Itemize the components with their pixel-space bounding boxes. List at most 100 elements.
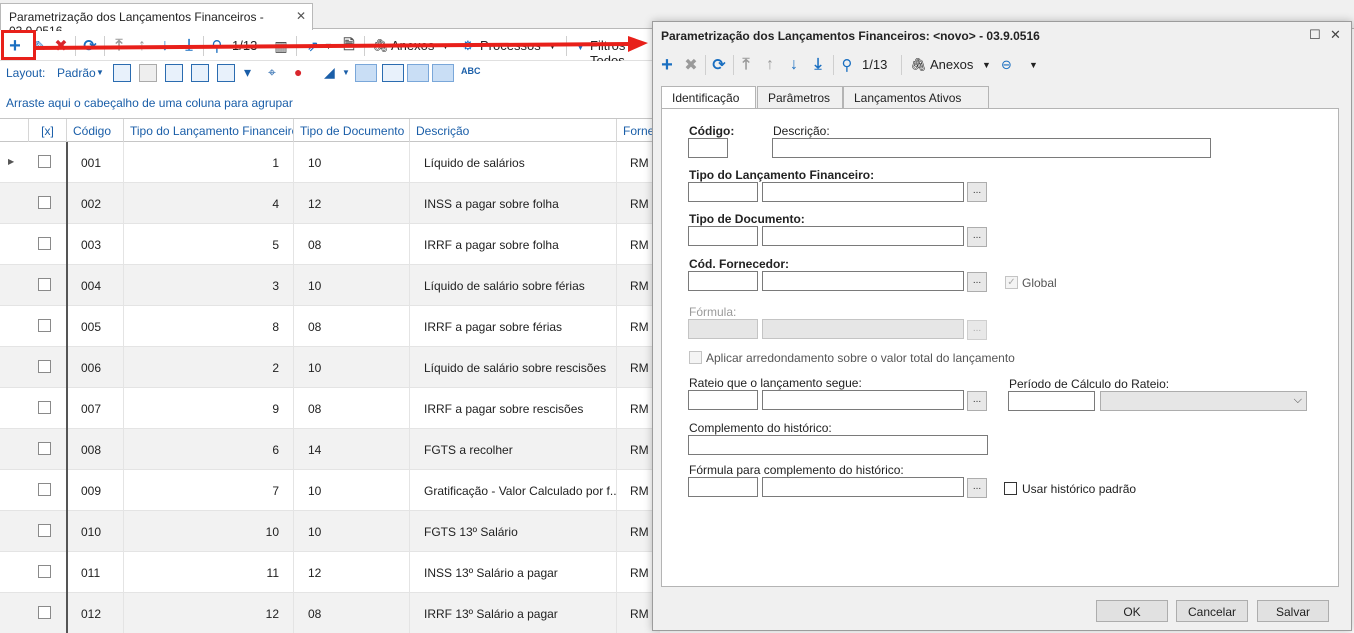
group-by-hint[interactable]: Arraste aqui o cabeçalho de uma coluna p…	[0, 86, 660, 118]
table-row[interactable]: 009 7 10 Gratificação - Valor Calculado por…	[0, 470, 660, 511]
document-tab[interactable]: Parametrização dos Lançamentos Financeir…	[0, 3, 313, 38]
table-row[interactable]: 003 5 08 IRRF a pagar sobre folha RM S	[0, 224, 660, 265]
next-record-icon[interactable]: ↓	[783, 54, 805, 76]
global-checkbox[interactable]: ✓	[1005, 276, 1018, 289]
periodo-rateio-select[interactable]: ⌵	[1100, 391, 1307, 411]
tipo-documento-lookup-button[interactable]: ...	[967, 227, 987, 247]
layout-option-1-icon[interactable]	[355, 64, 377, 82]
chevron-down-icon[interactable]: ▼	[342, 68, 350, 77]
close-tab-icon[interactable]: ✕	[296, 9, 306, 23]
tipo-lancamento-code-input[interactable]	[688, 182, 758, 202]
table-row[interactable]: ▶ 001 1 10 Líquido de salários RM S	[0, 142, 660, 183]
layout-option-2-icon[interactable]	[382, 64, 404, 82]
column-header-codigo[interactable]: Código	[66, 119, 123, 142]
formula-complemento-lookup-button[interactable]: ...	[967, 478, 987, 498]
chart-icon[interactable]: ◢	[324, 64, 335, 81]
formula-lookup-button[interactable]: ...	[967, 320, 987, 340]
periodo-rateio-input[interactable]	[1008, 391, 1095, 411]
move-down-icon[interactable]	[217, 64, 235, 82]
table-row[interactable]: 002 4 12 INSS a pagar sobre folha RM S	[0, 183, 660, 224]
row-select-checkbox[interactable]	[38, 278, 51, 291]
row-select-checkbox[interactable]	[38, 442, 51, 455]
new-record-dialog: Parametrização dos Lançamentos Financeir…	[652, 21, 1352, 631]
refresh-icon[interactable]: ⟳	[708, 54, 730, 76]
row-select-checkbox[interactable]	[38, 196, 51, 209]
cod-fornecedor-code-input[interactable]	[688, 271, 758, 291]
swap-icon[interactable]	[165, 64, 183, 82]
descricao-input[interactable]	[772, 138, 1211, 158]
table-row[interactable]: 007 9 08 IRRF a pagar sobre rescisões RM S	[0, 388, 660, 429]
add-icon[interactable]: +	[656, 54, 678, 76]
pin-icon[interactable]: ⌖	[268, 64, 276, 81]
chevron-down-icon[interactable]: ▼	[1029, 60, 1038, 70]
formula-complemento-desc-input[interactable]	[762, 477, 964, 497]
aplicar-arredondamento-checkbox[interactable]	[689, 351, 702, 364]
complemento-input[interactable]	[688, 435, 988, 455]
row-select-checkbox[interactable]	[38, 401, 51, 414]
column-header-descricao[interactable]: Descrição	[409, 119, 616, 142]
row-select-checkbox[interactable]	[38, 565, 51, 578]
options-icon[interactable]: ⊖	[1001, 57, 1012, 73]
previous-record-icon[interactable]: ↑	[759, 54, 781, 76]
row-select-checkbox[interactable]	[38, 155, 51, 168]
codigo-input[interactable]	[688, 138, 728, 158]
rateio-lookup-button[interactable]: ...	[967, 391, 987, 411]
row-select-checkbox[interactable]	[38, 483, 51, 496]
row-select-checkbox[interactable]	[38, 319, 51, 332]
table-row[interactable]: 010 10 10 FGTS 13º Salário RM S	[0, 511, 660, 552]
row-select-checkbox[interactable]	[38, 606, 51, 619]
chevron-down-icon[interactable]: ▼	[96, 68, 104, 77]
remove-column-icon[interactable]	[139, 64, 157, 82]
save-button[interactable]: Salvar	[1257, 600, 1329, 622]
format-paint-icon[interactable]: ▾	[244, 64, 251, 81]
table-row[interactable]: 005 8 08 IRRF a pagar sobre férias RM S	[0, 306, 660, 347]
chevron-down-icon[interactable]: ▼	[982, 60, 991, 70]
grid-header: [x] Código Tipo do Lançamento Financeiro…	[0, 119, 660, 142]
rateio-code-input[interactable]	[688, 390, 758, 410]
formula-desc-input[interactable]	[762, 319, 964, 339]
add-column-icon[interactable]	[113, 64, 131, 82]
usar-historico-checkbox[interactable]	[1004, 482, 1017, 495]
layout-option-4-icon[interactable]	[432, 64, 454, 82]
shapes-icon[interactable]: ●	[294, 64, 302, 80]
cod-fornecedor-desc-input[interactable]	[762, 271, 964, 291]
attachment-icon[interactable]: 🖇	[910, 57, 927, 73]
table-row[interactable]: 008 6 14 FGTS a recolher RM S	[0, 429, 660, 470]
tab-identificacao[interactable]: Identificação	[661, 86, 756, 109]
move-up-icon[interactable]	[191, 64, 209, 82]
maximize-icon[interactable]: ☐	[1309, 27, 1321, 43]
rateio-desc-input[interactable]	[762, 390, 964, 410]
tipo-documento-code-input[interactable]	[688, 226, 758, 246]
tipo-documento-desc-input[interactable]	[762, 226, 964, 246]
cell-tipo-lancamento: 7	[123, 470, 293, 511]
tab-parametros[interactable]: Parâmetros	[757, 86, 843, 108]
table-row[interactable]: 006 2 10 Líquido de salário sobre rescisões…	[0, 347, 660, 388]
cod-fornecedor-lookup-button[interactable]: ...	[967, 272, 987, 292]
column-header-tipo-documento[interactable]: Tipo de Documento	[293, 119, 409, 142]
layout-select[interactable]: Padrão	[57, 66, 96, 80]
formula-code-input[interactable]	[688, 319, 758, 339]
spellcheck-icon[interactable]: ABC	[461, 66, 481, 76]
cancel-button[interactable]: Cancelar	[1176, 600, 1248, 622]
close-icon[interactable]: ✕	[1330, 27, 1341, 43]
table-row[interactable]: 011 11 12 INSS 13º Salário a pagar RM S	[0, 552, 660, 593]
last-record-icon[interactable]: ⤓	[807, 54, 829, 76]
cell-codigo: 006	[66, 347, 123, 388]
dialog-anexos-menu[interactable]: Anexos	[930, 57, 973, 72]
tipo-lancamento-lookup-button[interactable]: ...	[967, 182, 987, 202]
row-select-checkbox[interactable]	[38, 237, 51, 250]
tab-lancamentos-ativos[interactable]: Lançamentos Ativos	[843, 86, 989, 108]
first-record-icon[interactable]: ⤒	[735, 54, 757, 76]
formula-complemento-code-input[interactable]	[688, 477, 758, 497]
row-select-checkbox[interactable]	[38, 360, 51, 373]
search-icon[interactable]: ⚲	[836, 54, 858, 76]
column-header-tipo-lancamento[interactable]: Tipo do Lançamento Financeiro	[123, 119, 293, 142]
column-header-select[interactable]: [x]	[28, 119, 66, 142]
table-row[interactable]: 012 12 08 IRRF 13º Salário a pagar RM S	[0, 593, 660, 633]
table-row[interactable]: 004 3 10 Líquido de salário sobre férias RM …	[0, 265, 660, 306]
layout-option-3-icon[interactable]	[407, 64, 429, 82]
row-select-checkbox[interactable]	[38, 524, 51, 537]
tipo-lancamento-desc-input[interactable]	[762, 182, 964, 202]
delete-icon[interactable]: ✖	[680, 54, 702, 76]
ok-button[interactable]: OK	[1096, 600, 1168, 622]
